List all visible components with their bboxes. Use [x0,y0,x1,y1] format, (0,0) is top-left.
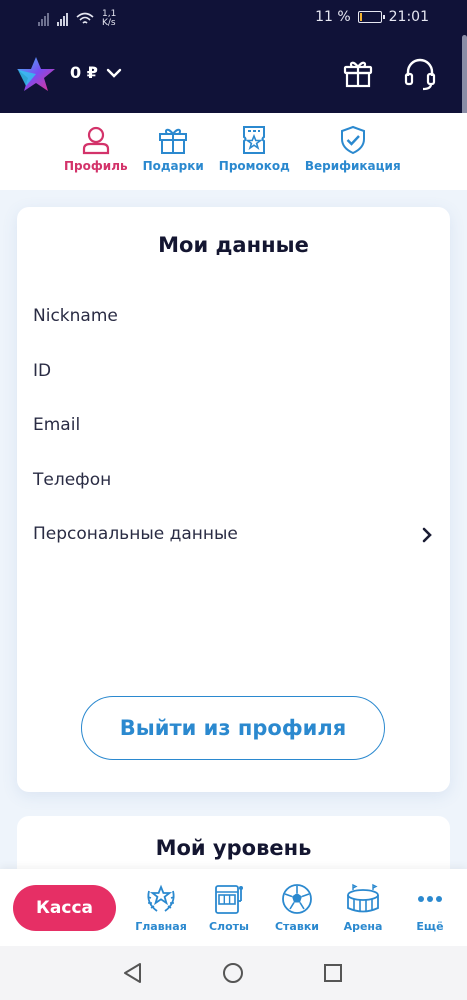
back-icon[interactable] [122,962,144,984]
nav-more[interactable]: Ещё [398,883,462,933]
status-right: 11 % 21:01 [315,9,429,25]
tab-profile[interactable]: Профиль [64,113,128,190]
signal-sim1-icon [38,12,49,26]
stadium-icon [347,883,379,913]
row-id: ID [33,361,52,381]
shield-check-icon [340,125,365,155]
my-level-title: Мой уровень [155,836,312,860]
app-header: 0 ₽ [0,35,467,113]
network-speed: 1,1 K/s [102,10,116,28]
nav-more-label: Ещё [416,920,444,933]
row-email: Email [33,415,81,435]
logout-button[interactable]: Выйти из профиля [81,696,385,760]
nav-arena[interactable]: Арена [331,883,395,933]
ticket-icon [243,126,266,154]
soccer-ball-icon [282,884,312,914]
headset-support-icon[interactable] [403,57,437,91]
nav-bets-label: Ставки [274,920,319,933]
nav-bets[interactable]: Ставки [265,883,329,933]
wifi-icon [76,12,94,24]
system-nav-bar [0,946,467,1000]
nav-home-label: Главная [135,920,187,933]
battery-fill [359,13,362,21]
more-dots-icon [418,896,442,902]
cashier-button[interactable]: Касса [13,885,116,931]
home-icon[interactable] [222,962,244,984]
row-personal-data[interactable]: Персональные данные [33,524,433,544]
laurel-star-icon [147,884,175,912]
tab-verification-label: Верификация [304,159,401,173]
tab-verification[interactable]: Верификация [305,113,401,190]
my-data-card: Мои данные Nickname ID Email Телефон Пер… [17,207,450,792]
tab-promocode[interactable]: Промокод [219,113,290,190]
chevron-down-icon [106,68,122,78]
tab-gifts-label: Подарки [142,159,204,173]
battery-percent: 11 % [315,9,351,25]
recents-icon[interactable] [323,962,343,984]
chevron-right-icon [422,527,432,543]
tab-profile-label: Профиль [64,159,128,173]
gift-icon [159,128,188,154]
tab-gifts[interactable]: Подарки [143,113,204,190]
logo-icon [17,57,55,91]
row-nickname: Nickname [33,306,118,326]
gift-icon[interactable] [342,57,374,89]
user-icon [82,126,109,155]
nav-home[interactable]: Главная [129,883,193,933]
tab-promocode-label: Промокод [218,159,290,173]
row-personal-data-label: Персональные данные [33,524,238,544]
profile-tabs: Профиль Подарки Промокод Верификация [0,113,467,190]
nav-slots[interactable]: Слоты [197,883,261,933]
row-phone: Телефон [33,470,112,490]
balance-dropdown[interactable]: 0 ₽ [70,63,122,82]
network-speed-unit: K/s [102,18,116,28]
signal-sim2-icon [57,12,68,26]
bottom-nav: Касса Главная Слоты Ставки Арена Ещё [0,869,467,946]
status-bar: 1,1 K/s 11 % 21:01 [0,0,467,35]
clock: 21:01 [388,9,429,25]
status-left: 1,1 K/s [38,8,116,28]
battery-icon [357,11,385,23]
my-data-title: Мои данные [158,233,309,257]
slot-machine-icon [215,885,243,914]
nav-arena-label: Арена [343,920,383,933]
balance-amount: 0 ₽ [70,63,98,82]
nav-slots-label: Слоты [208,920,249,933]
